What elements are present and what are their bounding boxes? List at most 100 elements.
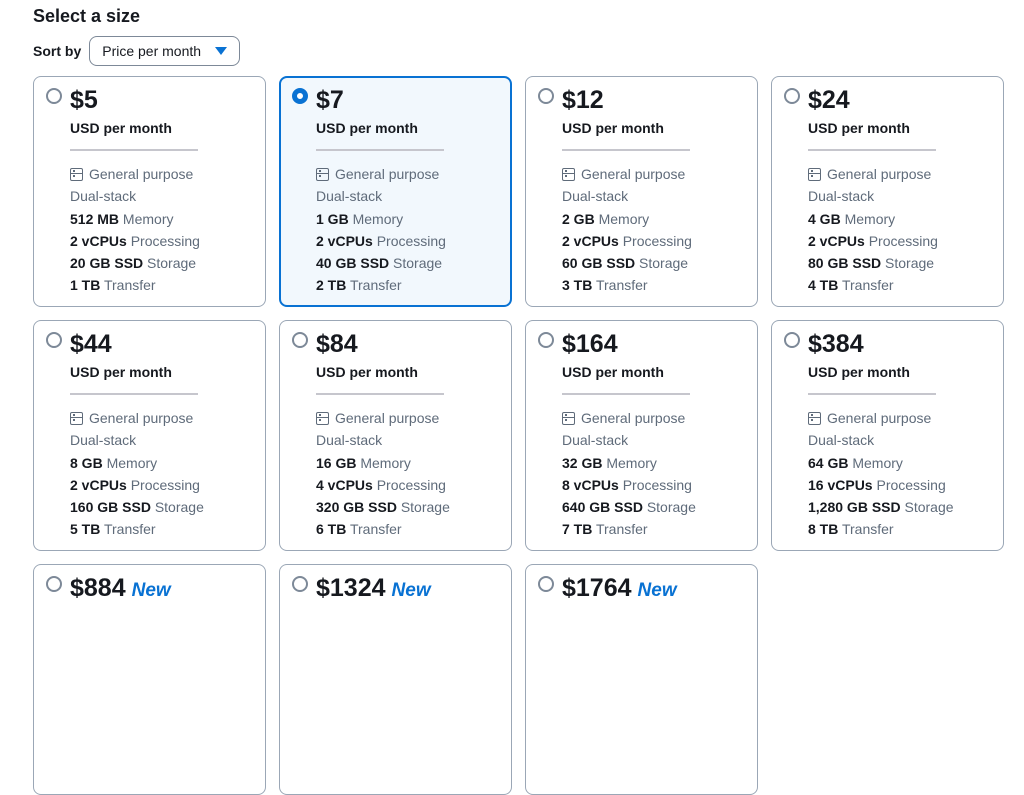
memory-label: Memory	[360, 454, 411, 471]
memory-value: 32 GB	[562, 454, 603, 471]
transfer-label: Transfer	[595, 521, 648, 538]
price-unit: USD per month	[808, 364, 910, 380]
memory-label: Memory	[606, 454, 657, 471]
plan-specs: General purpose Dual-stack 16 GB Memory 4 v…	[316, 407, 450, 541]
storage-spec: 20 GB SSD Storage	[70, 252, 200, 274]
price-unit: USD per month	[70, 120, 172, 136]
transfer-value: 8 TB	[808, 521, 839, 538]
cpu-value: 2 vCPUs	[808, 232, 865, 249]
divider	[70, 393, 198, 395]
storage-spec: 60 GB SSD Storage	[562, 252, 692, 274]
memory-spec: 512 MB Memory	[70, 208, 200, 230]
price-value: $5	[70, 86, 98, 114]
price-unit: USD per month	[808, 120, 910, 136]
price-value: $12	[562, 86, 604, 114]
storage-value: 60 GB SSD	[562, 255, 636, 272]
transfer-spec: 6 TB Transfer	[316, 518, 450, 540]
radio-button[interactable]	[292, 576, 308, 592]
plan-type: General purpose	[808, 407, 954, 429]
plan-price: $84	[316, 330, 358, 359]
plan-card[interactable]: $24 USD per month General purpose Dual-stac…	[771, 76, 1004, 307]
storage-label: Storage	[400, 499, 450, 516]
plan-stack: Dual-stack	[562, 188, 629, 205]
storage-spec: 1,280 GB SSD Storage	[808, 496, 954, 518]
divider	[316, 393, 444, 395]
transfer-label: Transfer	[349, 277, 402, 294]
plan-card[interactable]: $884 New	[33, 564, 266, 795]
transfer-label: Transfer	[841, 521, 894, 538]
radio-button[interactable]	[292, 332, 308, 348]
divider	[808, 393, 936, 395]
storage-value: 80 GB SSD	[808, 255, 882, 272]
plan-specs: General purpose Dual-stack 512 MB Memory 2 …	[70, 163, 200, 297]
storage-label: Storage	[639, 255, 689, 272]
price-unit: USD per month	[70, 364, 172, 380]
storage-spec: 640 GB SSD Storage	[562, 496, 696, 518]
plan-type-label: General purpose	[89, 410, 194, 426]
plan-specs: General purpose Dual-stack 4 GB Memory 2 vC…	[808, 163, 938, 297]
price-unit: USD per month	[316, 364, 418, 380]
plan-price: $1764 New	[562, 574, 677, 603]
cpu-label: Processing	[868, 232, 938, 249]
radio-button[interactable]	[538, 576, 554, 592]
radio-button[interactable]	[46, 332, 62, 348]
memory-spec: 32 GB Memory	[562, 452, 696, 474]
memory-value: 2 GB	[562, 210, 595, 227]
radio-button[interactable]	[292, 88, 308, 104]
cpu-spec: 2 vCPUs Processing	[316, 230, 446, 252]
price-value: $384	[808, 330, 864, 358]
transfer-spec: 5 TB Transfer	[70, 518, 204, 540]
plan-card[interactable]: $5 USD per month General purpose Dual-stack…	[33, 76, 266, 307]
plan-stack: Dual-stack	[562, 432, 629, 449]
radio-button[interactable]	[784, 88, 800, 104]
radio-button[interactable]	[538, 332, 554, 348]
price-value: $7	[316, 86, 344, 114]
storage-value: 640 GB SSD	[562, 499, 643, 516]
server-icon	[562, 411, 575, 425]
cpu-value: 2 vCPUs	[70, 476, 127, 493]
plan-card[interactable]: $44 USD per month General purpose Dual-stac…	[33, 320, 266, 551]
radio-button[interactable]	[46, 576, 62, 592]
memory-spec: 4 GB Memory	[808, 208, 938, 230]
plan-price: $24	[808, 86, 850, 115]
plan-card[interactable]: $164 USD per month General purpose Dual-sta…	[525, 320, 758, 551]
plan-card[interactable]: $1324 New	[279, 564, 512, 795]
plan-price: $5	[70, 86, 98, 115]
memory-label: Memory	[122, 210, 174, 227]
price-unit: USD per month	[562, 364, 664, 380]
plan-card[interactable]: $12 USD per month General purpose Dual-stac…	[525, 76, 758, 307]
plan-card[interactable]: $384 USD per month General purpose Dual-sta…	[771, 320, 1004, 551]
transfer-spec: 4 TB Transfer	[808, 274, 938, 296]
price-value: $84	[316, 330, 358, 358]
plan-price: $384	[808, 330, 864, 359]
plan-card[interactable]: $7 USD per month General purpose Dual-stack…	[279, 76, 512, 307]
cpu-label: Processing	[376, 476, 446, 493]
cpu-value: 16 vCPUs	[808, 476, 873, 493]
price-value: $44	[70, 330, 112, 358]
plan-type: General purpose	[70, 407, 204, 429]
plan-price: $7	[316, 86, 344, 115]
plan-price: $1324 New	[316, 574, 431, 603]
divider	[70, 149, 198, 151]
plan-card[interactable]: $1764 New	[525, 564, 758, 795]
memory-spec: 2 GB Memory	[562, 208, 692, 230]
cpu-value: 2 vCPUs	[70, 232, 127, 249]
transfer-value: 4 TB	[808, 277, 839, 294]
cpu-spec: 4 vCPUs Processing	[316, 474, 450, 496]
transfer-spec: 1 TB Transfer	[70, 274, 200, 296]
transfer-spec: 2 TB Transfer	[316, 274, 446, 296]
plan-type-label: General purpose	[581, 410, 686, 426]
radio-button[interactable]	[46, 88, 62, 104]
plan-price: $12	[562, 86, 604, 115]
radio-button[interactable]	[538, 88, 554, 104]
storage-spec: 160 GB SSD Storage	[70, 496, 204, 518]
radio-button[interactable]	[784, 332, 800, 348]
cpu-label: Processing	[622, 476, 692, 493]
storage-label: Storage	[154, 499, 204, 516]
transfer-value: 5 TB	[70, 521, 101, 538]
server-icon	[808, 167, 821, 181]
memory-value: 1 GB	[316, 210, 349, 227]
server-icon	[316, 167, 329, 181]
plan-type-label: General purpose	[827, 410, 932, 426]
plan-card[interactable]: $84 USD per month General purpose Dual-stac…	[279, 320, 512, 551]
